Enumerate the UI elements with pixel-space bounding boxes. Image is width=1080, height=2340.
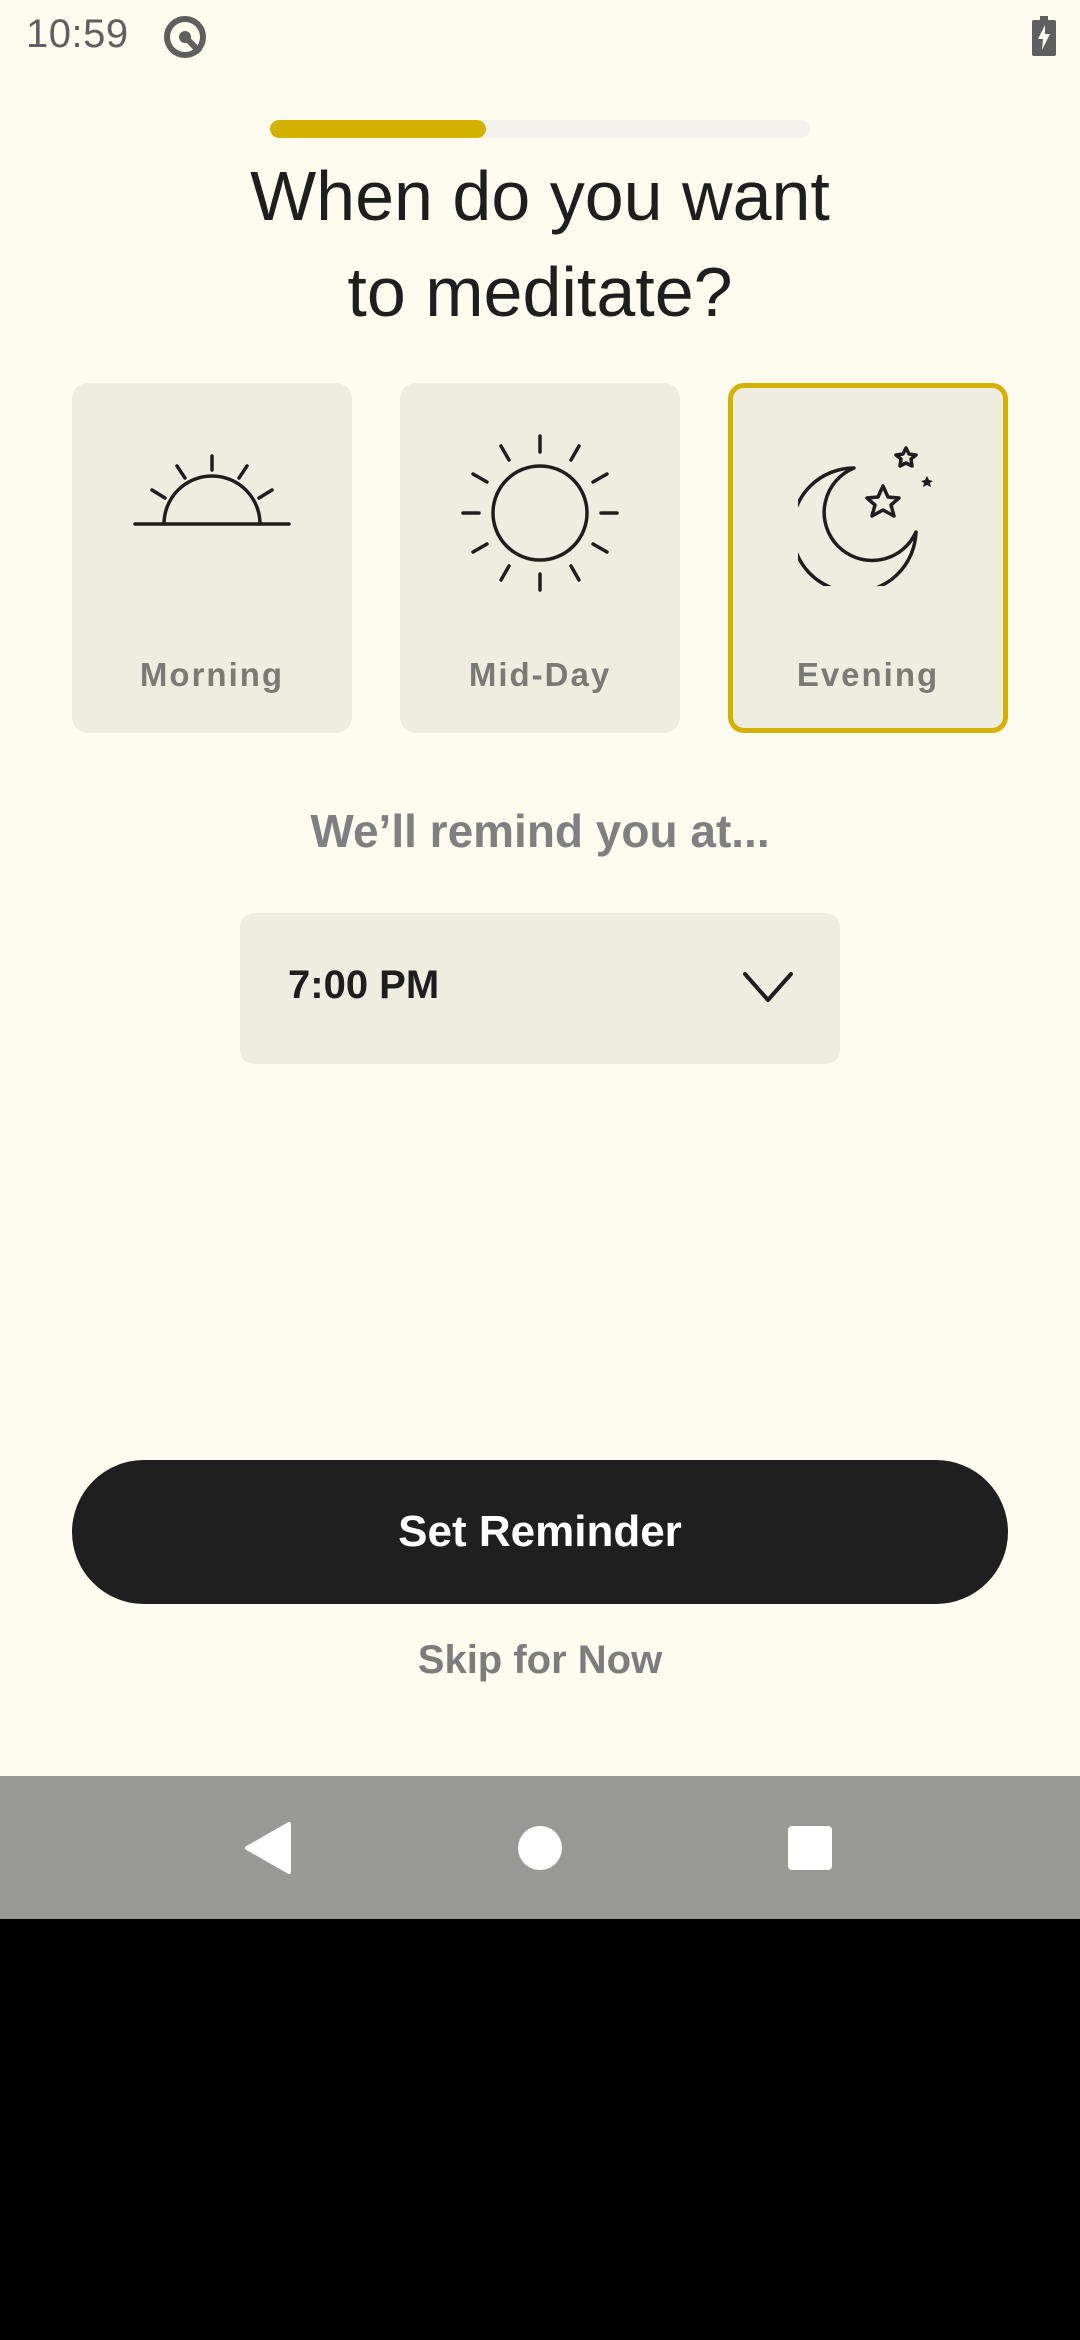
option-label-morning: Morning [139, 656, 285, 693]
onboarding-progress-bar [270, 120, 810, 138]
progress-fill [270, 120, 486, 138]
time-option-morning[interactable]: Morning [72, 383, 352, 733]
chevron-down-icon [743, 972, 793, 1002]
reminder-time-dropdown[interactable]: 7:00 PM [240, 913, 840, 1064]
title-line-1: When do you want [250, 157, 830, 235]
home-button[interactable] [480, 1776, 600, 1919]
sun-icon [461, 434, 619, 592]
home-icon [518, 1825, 562, 1870]
recents-button[interactable] [750, 1776, 870, 1919]
notification-app-icon [164, 16, 206, 58]
time-option-evening[interactable]: Evening [728, 383, 1008, 733]
set-reminder-label: Set Reminder [398, 1507, 682, 1556]
battery-charging-icon [1032, 16, 1056, 56]
skip-for-now-link[interactable]: Skip for Now [0, 1638, 1080, 1683]
sunrise-icon [133, 454, 291, 526]
title-line-2: to meditate? [347, 253, 733, 331]
moon-stars-icon [798, 446, 933, 586]
page-title: When do you want to meditate? [80, 148, 1000, 340]
back-icon [245, 1821, 291, 1874]
set-reminder-button[interactable]: Set Reminder [72, 1460, 1008, 1604]
app-screen: 10:59 When do you want to meditate? Morn… [0, 0, 1080, 1776]
recents-icon [788, 1825, 832, 1870]
back-button[interactable] [207, 1776, 327, 1919]
option-label-mid-day: Mid-Day [468, 656, 612, 693]
system-navigation-bar [0, 1776, 1080, 1919]
time-option-mid-day[interactable]: Mid-Day [400, 383, 680, 733]
reminder-label: We’ll remind you at... [310, 805, 770, 857]
status-bar: 10:59 [0, 0, 1080, 72]
status-time: 10:59 [26, 12, 129, 56]
reminder-time-value: 7:00 PM [288, 963, 440, 1007]
option-label-evening: Evening [796, 656, 940, 693]
